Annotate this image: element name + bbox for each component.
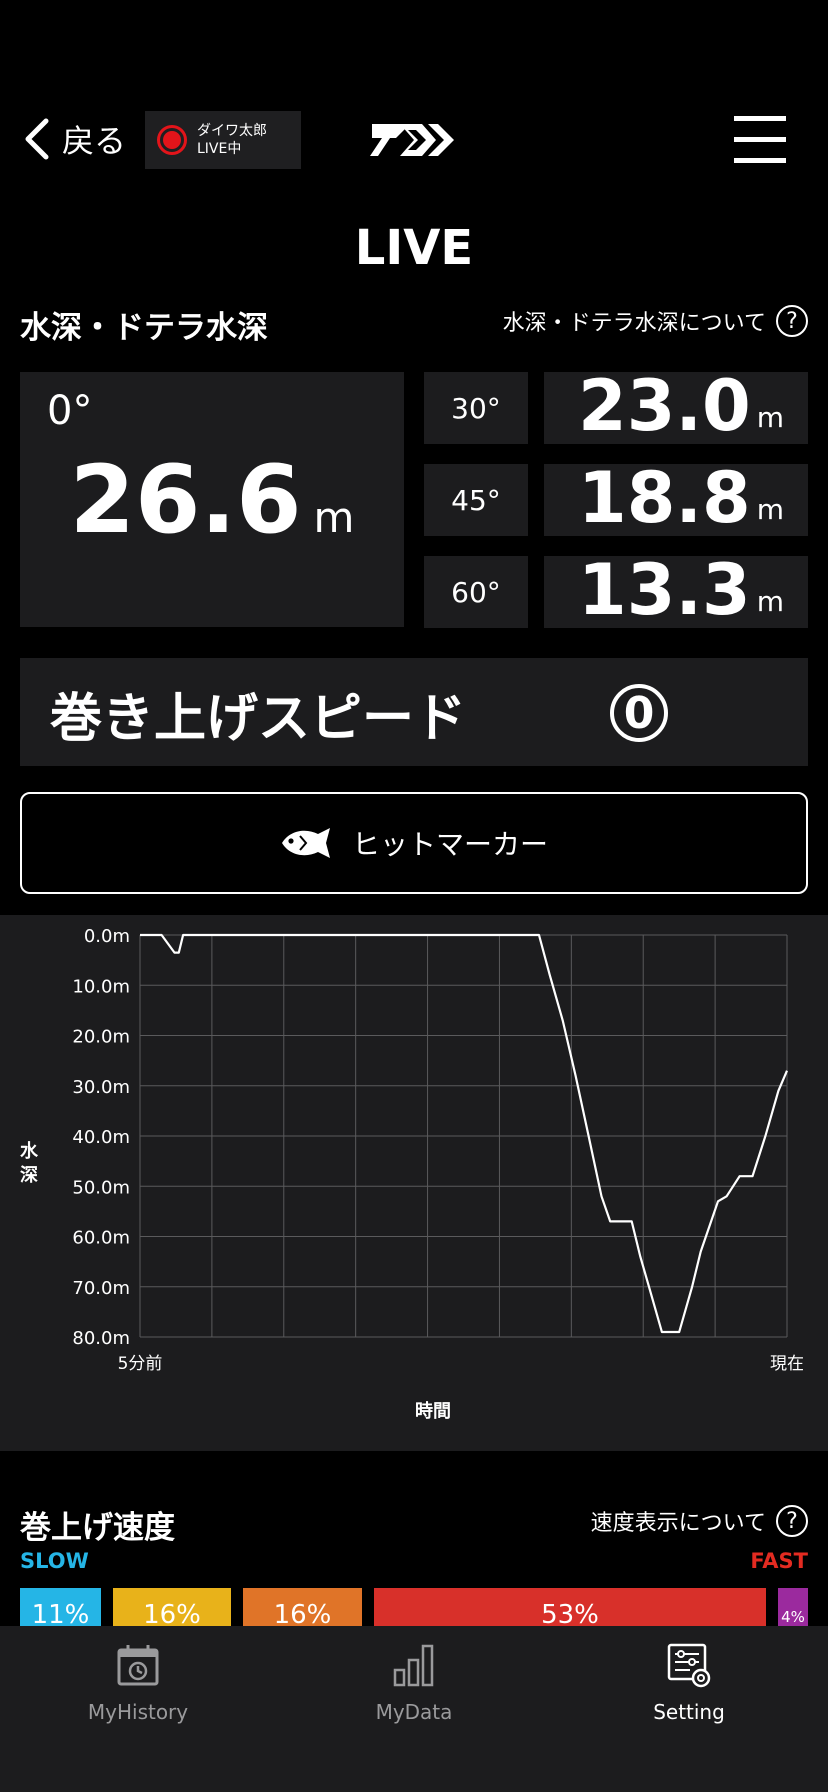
y-tick-label: 30.0m <box>72 1077 130 1098</box>
slow-label: SLOW <box>20 1549 89 1573</box>
x-axis-label: 時間 <box>415 1401 451 1422</box>
y-tick-label: 80.0m <box>72 1328 130 1349</box>
retrieve-speed-heading: 巻上げ速度 <box>20 1510 175 1546</box>
live-status-badge: ダイワ太郎 LIVE中 <box>145 111 301 169</box>
depth-help-label: 水深・ドテラ水深について <box>502 311 766 336</box>
hit-marker-button[interactable]: ヒットマーカー <box>20 792 808 894</box>
live-status: LIVE中 <box>197 141 242 157</box>
x-tick-label: 5分前 <box>118 1354 163 1374</box>
nav-mydata-label: MyData <box>375 1700 453 1724</box>
angle-45-unit: m <box>756 493 784 526</box>
depth-chart-svg: 0.0m 10.0m 20.0m 30.0m 40.0m 50.0m 60.0m 70.0m 8… <box>20 926 804 1422</box>
speed-segment-2: 16% <box>113 1588 231 1628</box>
retrieve-speed-panel: 巻き上げスピード 0 <box>20 658 808 766</box>
main-depth-unit: m <box>313 493 355 542</box>
bar-chart-icon <box>393 1644 434 1687</box>
depth-chart: 0.0m 10.0m 20.0m 30.0m 40.0m 50.0m 60.0m 70.0m 8… <box>0 915 828 1451</box>
help-icon: ? <box>776 1505 808 1537</box>
y-tick-label: 70.0m <box>72 1278 130 1299</box>
record-icon <box>157 125 187 155</box>
angle-60-depth: 13.3 m <box>544 549 808 631</box>
chevron-left-icon <box>25 118 49 160</box>
nav-setting-label: Setting <box>653 1700 725 1724</box>
nav-myhistory[interactable]: MyHistory <box>38 1626 238 1746</box>
bottom-nav: MyHistory MyData Setting <box>0 1626 828 1792</box>
depth-heading: 水深・ドテラ水深 <box>20 310 268 346</box>
y-tick-label: 50.0m <box>72 1177 130 1198</box>
speed-help-label: 速度表示について <box>590 1511 766 1536</box>
nav-setting[interactable]: Setting <box>589 1626 789 1746</box>
settings-sliders-icon <box>667 1643 711 1688</box>
angle-30-depth: 23.0 m <box>544 365 808 447</box>
page-title: LIVE <box>354 220 474 276</box>
y-tick-label: 60.0m <box>72 1228 130 1249</box>
nav-mydata[interactable]: MyData <box>314 1626 514 1746</box>
main-depth-number: 26.6 <box>69 446 302 555</box>
depth-series-line <box>140 933 789 1334</box>
retrieve-speed-level: 0 <box>610 684 668 742</box>
y-tick-label: 0.0m <box>84 926 130 947</box>
user-name: ダイワ太郎 <box>197 123 267 139</box>
angle-60-label: 60° <box>424 556 528 628</box>
badge-text: ダイワ太郎 LIVE中 <box>197 122 267 158</box>
angle-45-value: 18.8 <box>578 457 751 539</box>
hit-marker-label: ヒットマーカー <box>351 828 548 861</box>
main-depth-panel: 0° 26.6 m <box>20 372 404 627</box>
angle-30-value: 23.0 <box>578 365 751 447</box>
daiwa-logo <box>370 124 454 156</box>
y-tick-label: 40.0m <box>72 1127 130 1148</box>
main-depth-value: 26.6 m <box>20 446 404 555</box>
speed-segment-1: 11% <box>20 1588 101 1628</box>
back-button[interactable]: 戻る <box>22 112 126 166</box>
angle-45-depth: 18.8 m <box>544 457 808 539</box>
y-tick-label: 20.0m <box>72 1027 130 1048</box>
fish-icon <box>281 828 330 858</box>
angle-30-label: 30° <box>424 372 528 444</box>
nav-myhistory-label: MyHistory <box>87 1700 189 1724</box>
hamburger-menu-icon[interactable] <box>734 116 786 164</box>
depth-help-link[interactable]: 水深・ドテラ水深について ? <box>503 305 808 337</box>
fast-label: FAST <box>750 1549 808 1573</box>
main-depth-angle: 0° <box>47 388 93 434</box>
angle-30-unit: m <box>756 401 784 434</box>
angle-60-unit: m <box>756 585 784 618</box>
angle-45-label: 45° <box>424 464 528 536</box>
speed-segment-3: 16% <box>243 1588 362 1628</box>
speed-segment-5: 4% <box>778 1588 808 1628</box>
y-axis-label: 水 <box>20 1140 39 1162</box>
x-tick-label: 現在 <box>770 1354 804 1374</box>
angle-60-value: 13.3 <box>578 549 751 631</box>
calendar-history-icon <box>117 1645 159 1686</box>
back-label: 戻る <box>62 122 127 160</box>
y-axis-label: 深 <box>20 1164 38 1186</box>
retrieve-speed-label: 巻き上げスピード <box>50 689 467 749</box>
help-icon: ? <box>776 305 808 337</box>
y-tick-label: 10.0m <box>72 976 130 997</box>
speed-help-link[interactable]: 速度表示について ? <box>591 1505 808 1537</box>
speed-segment-4: 53% <box>374 1588 766 1628</box>
